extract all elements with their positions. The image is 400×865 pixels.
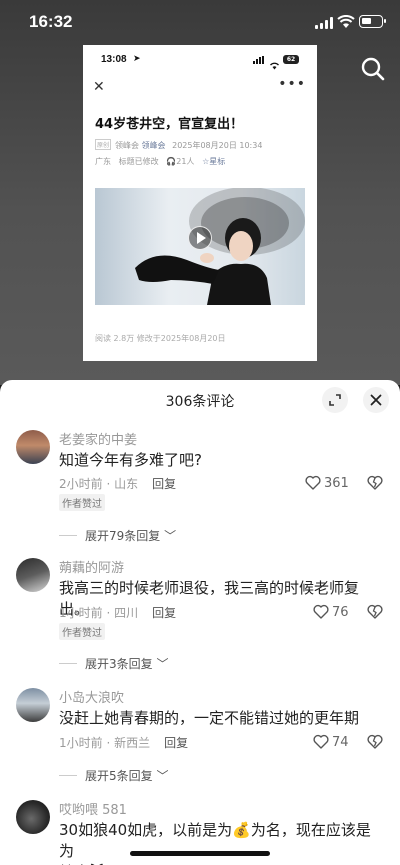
home-indicator[interactable] (130, 851, 270, 856)
chevron-down-icon: ﹀ (160, 529, 177, 543)
card-battery-icon: 62 (283, 55, 299, 64)
avatar[interactable] (16, 800, 50, 834)
like-count: 76 (332, 605, 349, 620)
play-icon (188, 226, 212, 250)
close-icon[interactable] (363, 387, 389, 413)
card-status-time: 13:08 (101, 54, 127, 65)
article-source: 领峰会 (115, 141, 140, 150)
expand-icon[interactable] (322, 387, 348, 413)
battery-icon (359, 15, 386, 28)
expand-replies-label: 展开79条回复 (85, 529, 161, 543)
reply-button[interactable]: 回复 (152, 606, 176, 620)
heart-icon (313, 734, 329, 749)
article-author: 领峰会 (141, 141, 166, 150)
divider (59, 663, 77, 664)
card-status-bar: 13:08 ➤ 62 (83, 45, 317, 75)
like-button[interactable]: 76 (313, 604, 349, 620)
expand-replies-label: 展开3条回复 (85, 657, 153, 671)
comment-time-location: 1小时前 · 四川 (59, 606, 139, 620)
card-more-icon: ••• (278, 76, 306, 92)
comment-author[interactable]: 蒴藕的阿游 (59, 557, 124, 576)
like-count: 74 (332, 735, 349, 750)
like-button[interactable]: 361 (305, 475, 349, 491)
heart-icon (313, 604, 329, 619)
comment-meta: 1小时前 · 新西兰 回复 (59, 734, 188, 751)
author-liked-badge: 作者赞过 (59, 494, 105, 511)
comment-meta: 2小时前 · 山东 回复 (59, 475, 176, 492)
article-star-label: 星标 (209, 157, 226, 166)
comment-text[interactable]: 知道今年有多难了吧? (59, 450, 379, 471)
expand-replies-button[interactable]: 展开79条回复 ﹀ (59, 527, 176, 544)
comment-meta: 1小时前 · 四川 回复 (59, 604, 176, 621)
wifi-icon (337, 14, 355, 28)
heart-icon (305, 475, 321, 490)
article-screenshot: 13:08 ➤ 62 ✕ ••• 44岁苍井空，官宣复出！ 原创 领峰会 领峰会 … (83, 45, 317, 361)
article-footer: 阅读 2.8万 修改于2025年08月20日 (95, 334, 226, 343)
article-title: 44岁苍井空，官宣复出！ (95, 117, 244, 132)
status-time: 16:32 (29, 12, 73, 31)
divider (59, 535, 77, 536)
video-area[interactable]: 16:32 13:08 ➤ 62 ✕ ••• 44岁苍井空，官宣复出！ 原创 领… (0, 0, 400, 385)
location-arrow-icon: ➤ (133, 54, 141, 64)
comment-text[interactable]: 30如狼40如虎，以前是为💰为名，现在应该是为 健康🐱 (59, 820, 379, 865)
article-listeners: 21人 (176, 157, 195, 166)
chevron-down-icon: ﹀ (152, 769, 169, 783)
chevron-down-icon: ﹀ (152, 657, 169, 671)
card-close-icon: ✕ (93, 79, 105, 95)
article-meta: 原创 领峰会 领峰会 2025年08月20日 10:34 (95, 139, 262, 151)
divider (59, 775, 77, 776)
status-bar: 16:32 (0, 0, 400, 46)
article-datetime: 2025年08月20日 10:34 (172, 141, 263, 150)
like-count: 361 (324, 476, 349, 491)
comments-sheet: 306条评论 老姜家的中姜 知道今年有多难了吧? 2小时前 · 山东 回复 作者赞… (0, 380, 400, 865)
comment-time-location: 1小时前 · 新西兰 (59, 736, 151, 750)
article-video-thumbnail (95, 188, 305, 305)
original-tag: 原创 (95, 139, 112, 150)
signal-icon (315, 17, 333, 29)
search-icon[interactable] (360, 56, 386, 82)
broken-heart-icon[interactable] (366, 474, 384, 492)
author-liked-badge: 作者赞过 (59, 623, 105, 640)
comment-author[interactable]: 小岛大浪吹 (59, 687, 124, 706)
reply-button[interactable]: 回复 (152, 477, 176, 491)
card-wifi-icon (269, 55, 280, 70)
avatar[interactable] (16, 558, 50, 592)
article-meta-2: 广东 标题已修改 🎧21人 ☆星标 (95, 156, 225, 167)
comment-author[interactable]: 老姜家的中姜 (59, 429, 137, 448)
article-edited: 标题已修改 (118, 157, 159, 166)
card-signal-icon (253, 56, 265, 64)
money-bag-icon: 💰 (232, 821, 251, 839)
like-button[interactable]: 74 (313, 734, 349, 750)
comment-author[interactable]: 哎哟喂 581 (59, 799, 127, 818)
article-region: 广东 (95, 157, 111, 166)
broken-heart-icon[interactable] (366, 733, 384, 751)
comment-time-location: 2小时前 · 山东 (59, 477, 139, 491)
expand-replies-label: 展开5条回复 (85, 769, 153, 783)
expand-replies-button[interactable]: 展开3条回复 ﹀ (59, 655, 168, 672)
broken-heart-icon[interactable] (366, 603, 384, 621)
headphones-icon: 🎧 (166, 157, 177, 166)
comment-text-part: 30如狼40如虎，以前是为 (59, 821, 233, 839)
reply-button[interactable]: 回复 (164, 736, 188, 750)
card-nav-bar: ✕ ••• (83, 76, 317, 99)
expand-replies-button[interactable]: 展开5条回复 ﹀ (59, 767, 168, 784)
avatar[interactable] (16, 430, 50, 464)
avatar[interactable] (16, 688, 50, 722)
comment-text[interactable]: 没赶上她青春期的，一定不能错过她的更年期 (59, 708, 379, 729)
